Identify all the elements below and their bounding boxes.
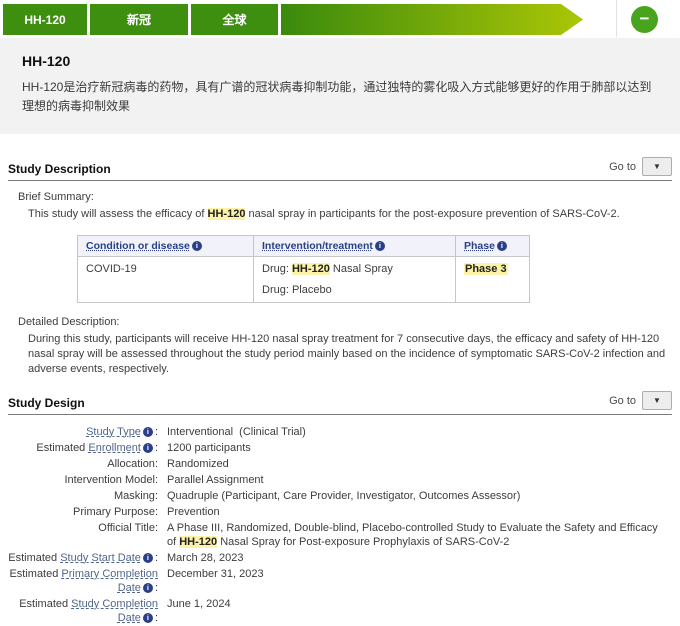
phase-cell: Phase 3 <box>456 257 530 303</box>
enrollment-link[interactable]: Enrollment <box>88 442 141 454</box>
condition-table: Condition or diseasei Intervention/treat… <box>77 235 530 303</box>
design-row-primary-completion-date: Estimated Primary Completion Datei: Dece… <box>8 566 672 596</box>
primary-completion-date-value: December 31, 2023 <box>167 567 264 595</box>
phase-header-link[interactable]: Phase <box>464 240 495 252</box>
info-icon[interactable]: i <box>143 583 153 593</box>
design-row-allocation: Allocation: Randomized <box>8 456 672 472</box>
study-description-header: Study Description Go to ▼ <box>8 157 672 181</box>
info-icon[interactable]: i <box>143 427 153 437</box>
intervention-cell: Drug: HH-120 Nasal Spray Drug: Placebo <box>254 257 456 303</box>
official-title-after: Nasal Spray for Post-exposure Prophylaxi… <box>217 536 509 548</box>
detailed-description-text: During this study, participants will rec… <box>28 332 672 377</box>
primary-purpose-value: Prevention <box>167 505 220 519</box>
info-icon[interactable]: i <box>497 241 507 251</box>
progress-arrow <box>281 4 583 35</box>
label-prefix: Masking <box>114 490 155 502</box>
label-colon: : <box>155 442 158 454</box>
minus-icon: − <box>640 10 650 27</box>
study-type-link[interactable]: Study Type <box>86 426 141 438</box>
brief-summary-label: Brief Summary: <box>18 191 672 203</box>
design-row-official-title: Official Title: A Phase III, Randomized,… <box>8 520 672 550</box>
brief-summary-text: This study will assess the efficacy of H… <box>28 207 672 222</box>
chevron-down-icon: ▼ <box>653 396 661 405</box>
design-row-start-date: Estimated Study Start Datei: March 28, 2… <box>8 550 672 566</box>
condition-cell: COVID-19 <box>78 257 254 303</box>
intervention-header-link[interactable]: Intervention/treatment <box>262 240 373 252</box>
chevron-down-icon: ▼ <box>653 162 661 171</box>
study-design-title: Study Design <box>8 396 85 410</box>
study-completion-date-value: June 1, 2024 <box>167 597 231 625</box>
drug-overview-panel: HH-120 HH-120是治疗新冠病毒的药物，具有广谱的冠状病毒抑制功能，通过… <box>0 38 680 134</box>
official-title-highlight: HH-120 <box>179 536 217 548</box>
info-icon[interactable]: i <box>143 613 153 623</box>
info-icon[interactable]: i <box>143 553 153 563</box>
label-colon: : <box>155 552 158 564</box>
study-design-fields: Study Typei: Interventional (Clinical Tr… <box>8 424 672 626</box>
label-prefix: Official Title <box>98 522 155 534</box>
drug-description: HH-120是治疗新冠病毒的药物，具有广谱的冠状病毒抑制功能，通过独特的雾化吸入… <box>22 78 658 116</box>
goto-label: Go to <box>609 161 636 173</box>
intervention-line: Drug: HH-120 Nasal Spray <box>262 263 447 275</box>
label-colon: : <box>155 506 158 518</box>
goto-label: Go to <box>609 395 636 407</box>
info-icon[interactable]: i <box>143 443 153 453</box>
condition-header-link[interactable]: Condition or disease <box>86 240 190 252</box>
label-colon: : <box>155 612 158 624</box>
breadcrumb-segment-xinguan[interactable]: 新冠 <box>90 4 188 35</box>
label-prefix: Estimated <box>36 442 88 454</box>
study-design-header: Study Design Go to ▼ <box>8 391 672 415</box>
intervention-model-value: Parallel Assignment <box>167 473 264 487</box>
info-icon[interactable]: i <box>375 241 385 251</box>
label-colon: : <box>155 474 158 486</box>
intervention-suffix: Nasal Spray <box>330 263 393 275</box>
design-row-masking: Masking: Quadruple (Participant, Care Pr… <box>8 488 672 504</box>
allocation-value: Randomized <box>167 457 229 471</box>
study-description-title: Study Description <box>8 162 111 176</box>
design-row-enrollment: Estimated Enrollmenti: 1200 participants <box>8 440 672 456</box>
study-start-date-link[interactable]: Study Start Date <box>60 552 141 564</box>
collapse-button[interactable]: − <box>631 6 658 33</box>
intervention-prefix: Drug: <box>262 284 292 296</box>
label-prefix: Intervention Model <box>64 474 155 486</box>
detailed-description-label: Detailed Description: <box>18 316 672 328</box>
label-colon: : <box>155 522 158 534</box>
brief-summary-before: This study will assess the efficacy of <box>28 208 208 220</box>
design-row-study-type: Study Typei: Interventional (Clinical Tr… <box>8 424 672 440</box>
label-colon: : <box>155 426 158 438</box>
official-title-value: A Phase III, Randomized, Double-blind, P… <box>167 521 662 549</box>
table-row: COVID-19 Drug: HH-120 Nasal Spray Drug: … <box>78 257 530 303</box>
intervention-highlight: HH-120 <box>292 263 330 275</box>
enrollment-value: 1200 participants <box>167 441 251 455</box>
goto-dropdown[interactable]: ▼ <box>642 391 672 410</box>
label-colon: : <box>155 490 158 502</box>
phase-value: Phase 3 <box>464 263 508 275</box>
brief-summary-highlight: HH-120 <box>208 208 246 220</box>
condition-table-header-row: Condition or diseasei Intervention/treat… <box>78 236 530 257</box>
study-type-value: Interventional (Clinical Trial) <box>167 425 306 439</box>
info-icon[interactable]: i <box>192 241 202 251</box>
label-prefix: Estimated <box>9 568 61 580</box>
topbar-divider <box>616 0 617 37</box>
label-colon: : <box>155 458 158 470</box>
intervention-suffix: Placebo <box>292 284 332 296</box>
top-breadcrumb-bar: HH-120 新冠 全球 − <box>0 0 680 38</box>
label-prefix: Estimated <box>8 552 60 564</box>
design-row-primary-purpose: Primary Purpose: Prevention <box>8 504 672 520</box>
study-start-date-value: March 28, 2023 <box>167 551 243 565</box>
design-row-study-completion-date: Estimated Study Completion Datei: June 1… <box>8 596 672 626</box>
label-prefix: Estimated <box>19 598 71 610</box>
intervention-line: Drug: Placebo <box>262 284 447 296</box>
intervention-prefix: Drug: <box>262 263 292 275</box>
design-row-intervention-model: Intervention Model: Parallel Assignment <box>8 472 672 488</box>
brief-summary-after: nasal spray in participants for the post… <box>245 208 619 220</box>
label-prefix: Primary Purpose <box>73 506 155 518</box>
label-prefix: Allocation <box>107 458 155 470</box>
label-colon: : <box>155 582 158 594</box>
goto-dropdown[interactable]: ▼ <box>642 157 672 176</box>
breadcrumb-segment-hh120[interactable]: HH-120 <box>3 4 87 35</box>
breadcrumb-segment-quanqiu[interactable]: 全球 <box>191 4 278 35</box>
drug-title: HH-120 <box>22 53 658 69</box>
masking-value: Quadruple (Participant, Care Provider, I… <box>167 489 520 503</box>
